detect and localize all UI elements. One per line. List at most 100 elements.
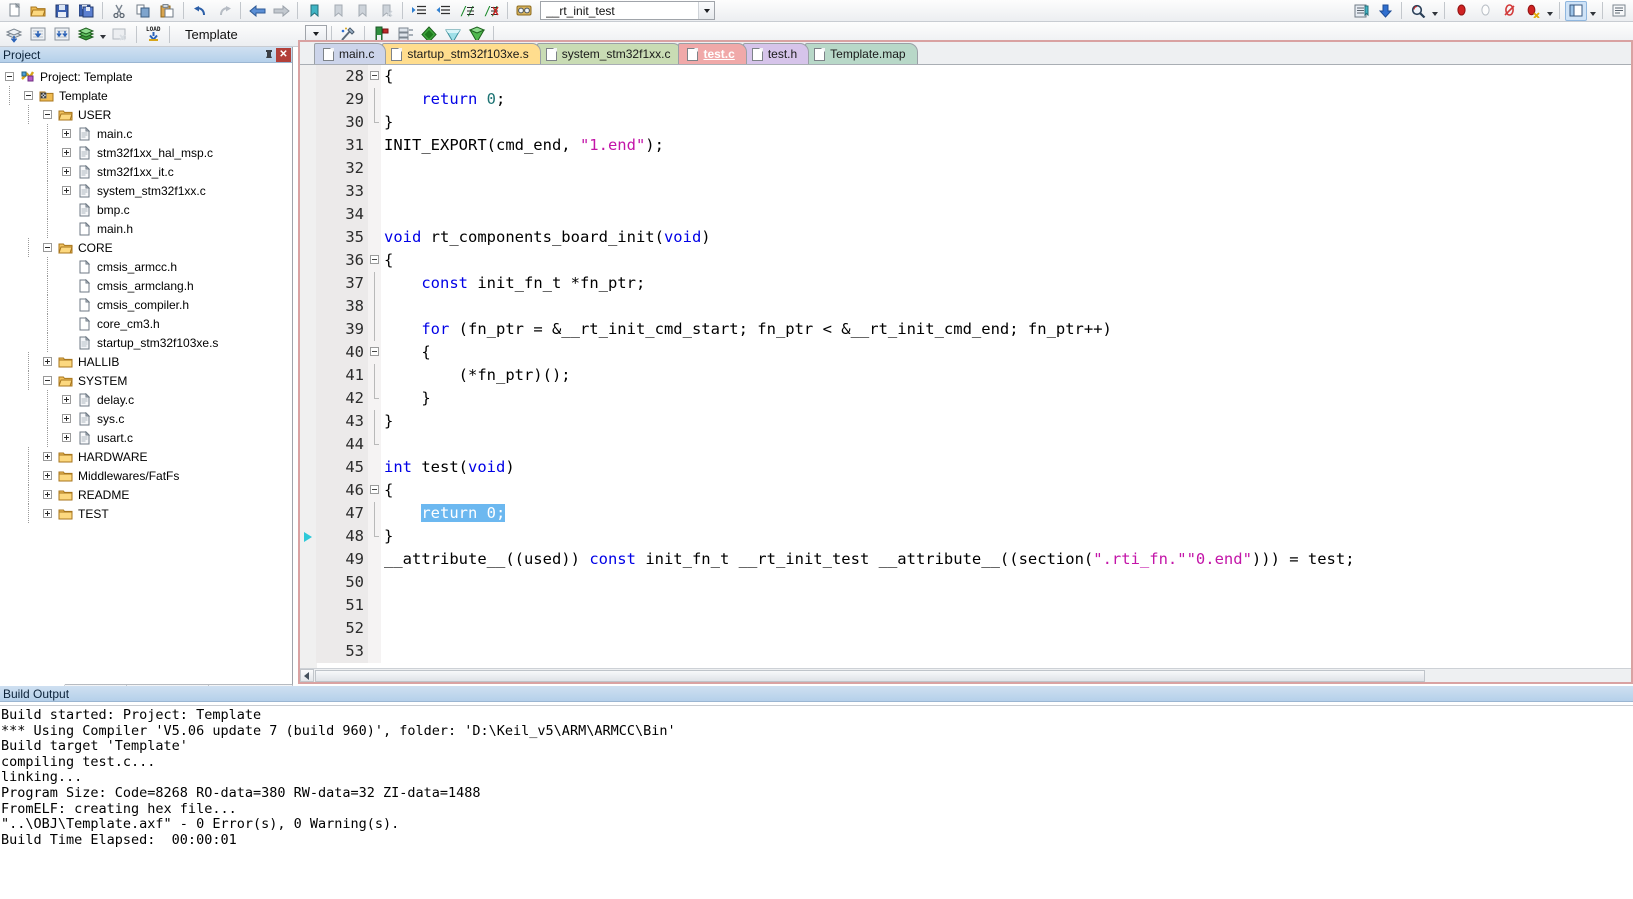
editor-horizontal-scrollbar[interactable] <box>300 668 1631 682</box>
editor-tab-test-h[interactable]: test.h <box>742 43 810 64</box>
tree-item[interactable]: cmsis_compiler.h <box>0 295 292 314</box>
find-button[interactable] <box>1407 1 1429 21</box>
tree-item[interactable]: usart.c <box>0 428 292 447</box>
bookmark-prev-button[interactable] <box>327 1 349 21</box>
breakpoint-slot[interactable] <box>300 65 316 88</box>
tree-item[interactable]: CORE <box>0 238 292 257</box>
translate-button[interactable] <box>75 24 97 44</box>
tree-item[interactable]: Template <box>0 86 292 105</box>
chevron-down-icon[interactable] <box>698 2 714 19</box>
tree-item[interactable]: cmsis_armcc.h <box>0 257 292 276</box>
breakpoint-dropdown-arrow[interactable] <box>1545 1 1555 21</box>
bookmark-next-button[interactable] <box>351 1 373 21</box>
fold-toggle-icon[interactable] <box>368 341 381 364</box>
rebuild-button[interactable] <box>27 24 49 44</box>
navigate-back-button[interactable] <box>246 1 268 21</box>
code-editor[interactable]: 28{29 return 0; 30} 31 INIT_EXPORT(cmd_end,… <box>300 65 1631 668</box>
breakpoint-slot[interactable] <box>300 456 316 479</box>
project-tree[interactable]: Project: Template Template USER main.c stm32… <box>0 64 292 662</box>
code-text[interactable]: for (fn_ptr = &__rt_init_cmd_start; fn_p… <box>381 318 1112 341</box>
breakpoint-insert-button[interactable] <box>1450 1 1472 21</box>
tree-expander[interactable] <box>38 238 57 257</box>
minus-icon[interactable] <box>5 72 14 81</box>
breakpoint-slot[interactable] <box>300 249 316 272</box>
tree-item[interactable]: stm32f1xx_it.c <box>0 162 292 181</box>
breakpoint-slot[interactable] <box>300 479 316 502</box>
tree-expander[interactable] <box>38 105 57 124</box>
minus-icon[interactable] <box>24 91 33 100</box>
code-line[interactable]: 43} <box>300 410 1631 433</box>
code-line[interactable]: 41 (*fn_ptr)(); <box>300 364 1631 387</box>
plus-icon[interactable] <box>62 167 71 176</box>
code-line[interactable]: 45 int test(void) <box>300 456 1631 479</box>
copy-button[interactable] <box>132 1 154 21</box>
breakpoint-disable-all-button[interactable] <box>1522 1 1544 21</box>
code-line[interactable]: 34 <box>300 203 1631 226</box>
code-line[interactable]: 44 <box>300 433 1631 456</box>
code-text[interactable]: const init_fn_t *fn_ptr; <box>381 272 645 295</box>
code-text[interactable]: } <box>381 525 393 548</box>
breakpoint-slot[interactable] <box>300 571 316 594</box>
indent-left-button[interactable] <box>432 1 454 21</box>
tree-item[interactable]: Middlewares/FatFs <box>0 466 292 485</box>
tree-item[interactable]: sys.c <box>0 409 292 428</box>
minus-icon[interactable] <box>43 243 52 252</box>
code-line[interactable]: 48} <box>300 525 1631 548</box>
tree-expander[interactable] <box>38 447 57 466</box>
tree-expander[interactable] <box>19 86 38 105</box>
bookmark-list-button[interactable] <box>1350 1 1372 21</box>
plus-icon[interactable] <box>43 452 52 461</box>
configuration-wizard-button[interactable] <box>1608 1 1630 21</box>
tree-expander[interactable] <box>38 504 57 523</box>
tree-expander[interactable] <box>57 124 76 143</box>
tree-expander[interactable] <box>0 67 19 86</box>
breakpoint-slot[interactable] <box>300 295 316 318</box>
tree-item[interactable]: system_stm32f1xx.c <box>0 181 292 200</box>
editor-tab-test-c[interactable]: test.c <box>678 43 747 64</box>
code-text[interactable]: { <box>381 341 430 364</box>
breakpoint-slot[interactable] <box>300 548 316 571</box>
tree-item[interactable]: bmp.c <box>0 200 292 219</box>
plus-icon[interactable] <box>43 490 52 499</box>
code-line[interactable]: 47 return 0; <box>300 502 1631 525</box>
breakpoint-slot[interactable] <box>300 226 316 249</box>
tree-item[interactable]: delay.c <box>0 390 292 409</box>
fold-toggle-icon[interactable] <box>368 479 381 502</box>
plus-icon[interactable] <box>43 471 52 480</box>
breakpoint-slot[interactable] <box>300 88 316 111</box>
load-button[interactable]: LOAD <box>142 24 164 44</box>
code-text[interactable]: } <box>381 410 393 433</box>
plus-icon[interactable] <box>62 148 71 157</box>
code-line[interactable]: 51 <box>300 594 1631 617</box>
breakpoint-slot[interactable] <box>300 502 316 525</box>
bookmark-marker-icon[interactable] <box>300 525 316 548</box>
code-line[interactable]: 37 const init_fn_t *fn_ptr; <box>300 272 1631 295</box>
find-in-files-button[interactable] <box>513 1 535 21</box>
breakpoint-slot[interactable] <box>300 180 316 203</box>
tree-item[interactable]: README <box>0 485 292 504</box>
code-text[interactable]: void rt_components_board_init(void) <box>381 226 711 249</box>
code-line[interactable]: 33 <box>300 180 1631 203</box>
undo-button[interactable] <box>189 1 211 21</box>
code-line[interactable]: 40 { <box>300 341 1631 364</box>
code-line[interactable]: 28 { <box>300 65 1631 88</box>
tree-item[interactable]: stm32f1xx_hal_msp.c <box>0 143 292 162</box>
code-text[interactable]: INIT_EXPORT(cmd_end, "1.end"); <box>381 134 664 157</box>
tree-expander[interactable] <box>57 181 76 200</box>
tree-item[interactable]: SYSTEM <box>0 371 292 390</box>
tree-item[interactable]: main.h <box>0 219 292 238</box>
stop-build-button[interactable] <box>109 24 131 44</box>
breakpoint-slot[interactable] <box>300 203 316 226</box>
code-line[interactable]: 52 <box>300 617 1631 640</box>
symbol-search-combo[interactable]: __rt_init_test <box>540 1 715 20</box>
cut-button[interactable] <box>108 1 130 21</box>
tree-expander[interactable] <box>57 162 76 181</box>
code-text[interactable]: int test(void) <box>381 456 515 479</box>
plus-icon[interactable] <box>62 186 71 195</box>
tree-item[interactable]: HALLIB <box>0 352 292 371</box>
code-line[interactable]: 29 return 0; <box>300 88 1631 111</box>
tree-item[interactable]: USER <box>0 105 292 124</box>
tree-item[interactable]: cmsis_armclang.h <box>0 276 292 295</box>
plus-icon[interactable] <box>43 357 52 366</box>
breakpoint-slot[interactable] <box>300 318 316 341</box>
